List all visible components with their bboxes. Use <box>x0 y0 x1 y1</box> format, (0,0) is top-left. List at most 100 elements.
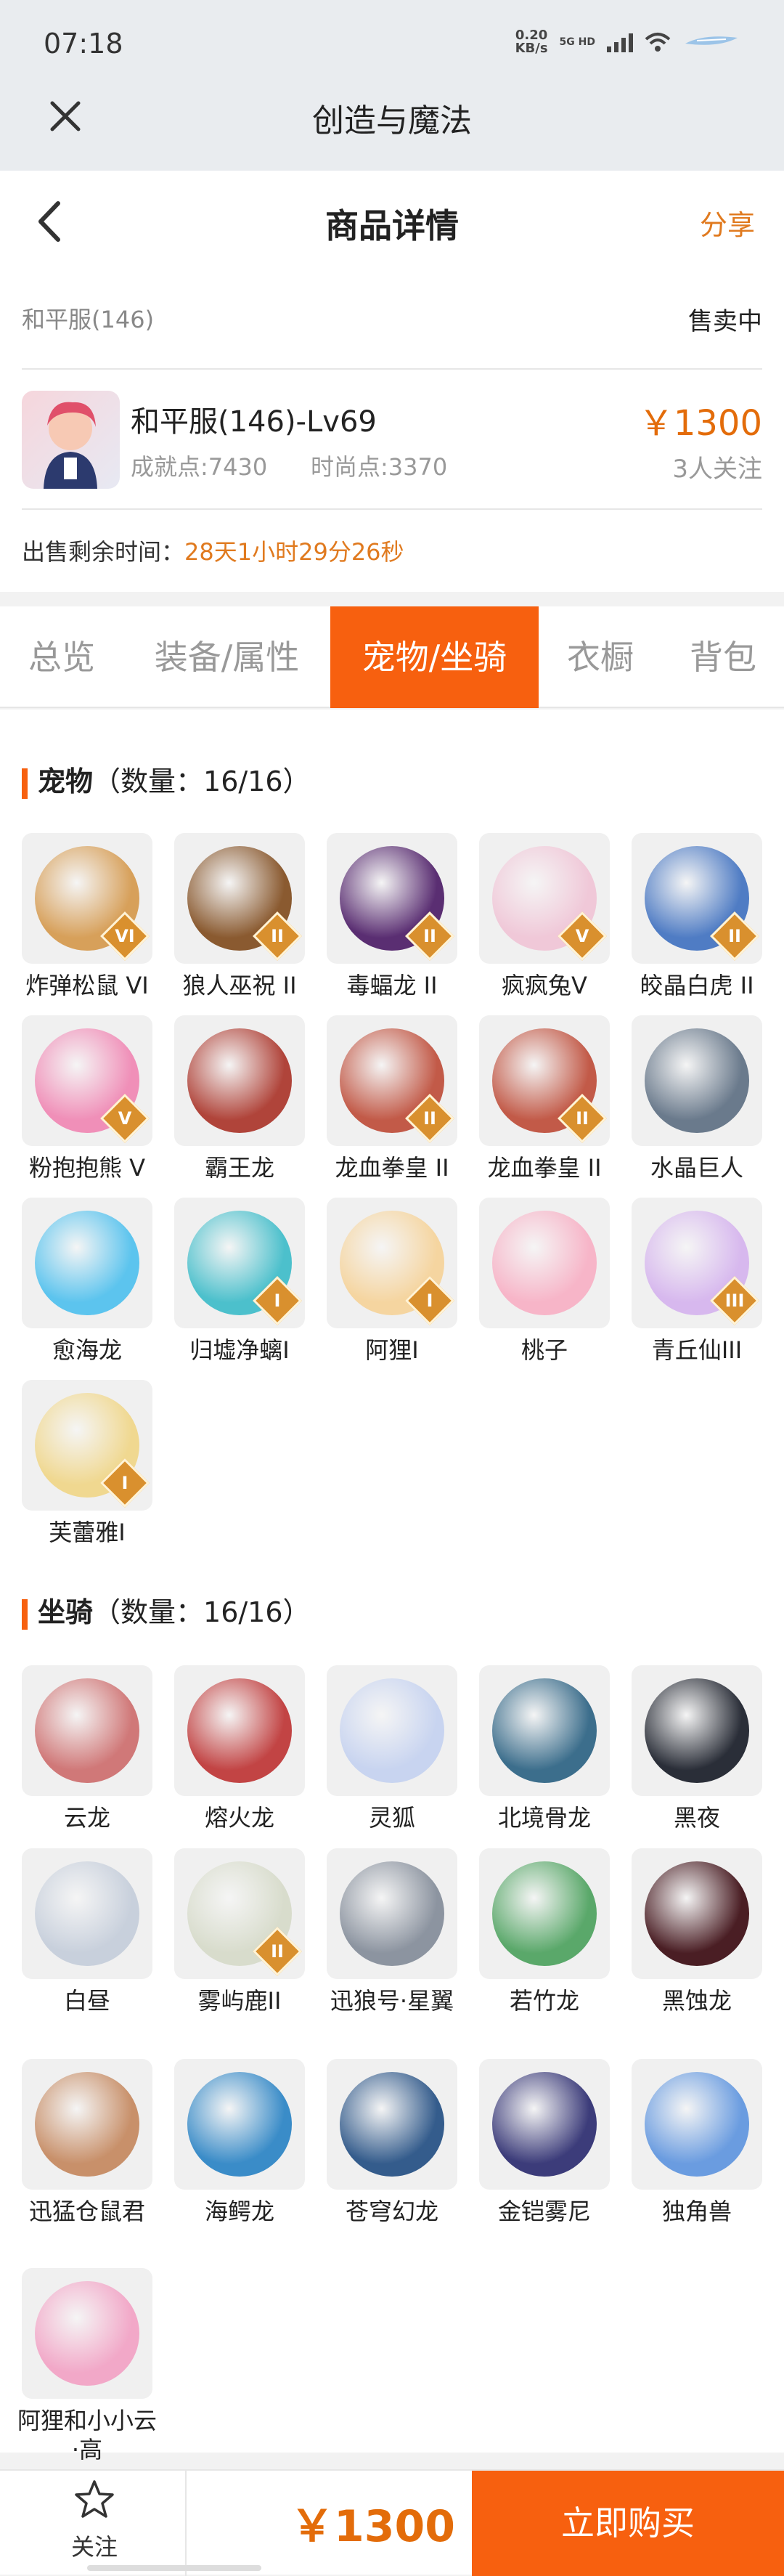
mount-item[interactable]: 白昼 <box>15 1848 160 2015</box>
fashion-points: 时尚点:3370 <box>311 453 448 481</box>
mount-item[interactable]: 苍穹幻龙 <box>319 2059 465 2226</box>
network-type: 5G HD <box>559 36 595 48</box>
bottom-action-bar: 关注 ￥1300 立即购买 <box>0 2469 784 2576</box>
pet-item[interactable]: II 龙血拳皇 II <box>472 1015 617 1182</box>
mount-item[interactable]: 独角兽 <box>624 2059 769 2226</box>
net-speed-unit: KB/s <box>515 41 548 56</box>
mount-item[interactable]: 金铠雾尼 <box>472 2059 617 2226</box>
mount-thumbnail <box>327 1665 457 1796</box>
section-marker <box>22 768 28 799</box>
app-bar: 创造与魔法 <box>0 73 784 171</box>
bottom-price: ￥1300 <box>290 2501 455 2552</box>
mount-art <box>187 2072 292 2177</box>
pet-name: 粉抱抱熊 Ⅴ <box>28 1154 146 1182</box>
pet-item[interactable]: V 粉抱抱熊 Ⅴ <box>15 1015 160 1182</box>
pet-thumbnail <box>632 1015 762 1146</box>
pet-item[interactable]: 霸王龙 <box>167 1015 312 1182</box>
mount-item[interactable]: 迅狼号·星翼 <box>319 1848 465 2015</box>
pet-art <box>645 1028 749 1133</box>
mount-item[interactable]: 海鳄龙 <box>167 2059 312 2226</box>
section-marker <box>22 1598 28 1630</box>
pet-thumbnail: I <box>22 1380 152 1511</box>
mount-name: 迅猛仓鼠君 <box>28 2198 145 2225</box>
pet-item[interactable]: 愈海龙 <box>15 1198 160 1365</box>
mount-art <box>187 1678 292 1783</box>
pet-item[interactable]: II 毒蝠龙 II <box>319 833 465 1000</box>
mount-name: 雾屿鹿II <box>197 1987 282 2015</box>
mount-item[interactable]: 若竹龙 <box>472 1848 617 2015</box>
mount-item[interactable]: 黑夜 <box>624 1665 769 1832</box>
character-avatar <box>22 391 120 489</box>
mount-art <box>35 1678 139 1783</box>
pet-thumbnail: II <box>479 1015 610 1146</box>
tier-badge-label: II <box>271 1941 284 1962</box>
mount-name: 独角兽 <box>661 2198 732 2225</box>
mount-thumbnail <box>479 2059 610 2190</box>
mount-thumbnail <box>479 1665 610 1796</box>
sale-status: 售卖中 <box>688 307 762 336</box>
follow-button[interactable]: 关注 <box>44 2478 145 2572</box>
divider <box>22 508 762 510</box>
mount-item[interactable]: 云龙 <box>15 1665 160 1832</box>
pet-thumbnail: II <box>632 833 762 964</box>
pet-item[interactable]: 水晶巨人 <box>624 1015 769 1182</box>
mount-name: 黑蚀龙 <box>661 1987 732 2015</box>
tier-badge-label: II <box>576 1108 589 1129</box>
pet-name: 狼人巫祝 II <box>182 972 297 999</box>
share-button[interactable]: 分享 <box>700 203 755 243</box>
character-avatar-art <box>44 402 97 489</box>
mount-name: 苍穹幻龙 <box>345 2198 438 2225</box>
mount-thumbnail: II <box>174 1848 305 1979</box>
pet-item[interactable]: II 狼人巫祝 II <box>167 833 312 1000</box>
mount-item[interactable]: 灵狐 <box>319 1665 465 1832</box>
mount-thumbnail <box>174 2059 305 2190</box>
tab-equipment[interactable]: 装备/属性 <box>123 606 330 708</box>
pet-item[interactable]: VI 炸弹松鼠 VI <box>15 833 160 1000</box>
status-time: 07:18 <box>44 28 123 60</box>
pet-thumbnail: V <box>22 1015 152 1146</box>
tab-pets-mounts[interactable]: 宠物/坐骑 <box>330 606 539 708</box>
pet-item[interactable]: II 皎晶白虎 II <box>624 833 769 1000</box>
tab-backpack[interactable]: 背包 <box>662 606 784 708</box>
pet-item[interactable]: II 龙血拳皇 II <box>319 1015 465 1182</box>
mount-item[interactable]: II 雾屿鹿II <box>167 1848 312 2015</box>
pets-count: （数量：16/16） <box>93 765 311 797</box>
tab-overview[interactable]: 总览 <box>0 606 123 708</box>
pet-name: 芙蕾雅I <box>49 1519 126 1546</box>
tier-badge-label: I <box>121 1473 128 1493</box>
mount-name: 迅狼号·星翼 <box>330 1987 454 2015</box>
mount-item[interactable]: 熔火龙 <box>167 1665 312 1832</box>
page-title: 商品详情 <box>325 206 459 245</box>
buy-now-button[interactable]: 立即购买 <box>472 2471 784 2576</box>
pet-item[interactable]: III 青丘仙III <box>624 1198 769 1365</box>
star-icon <box>75 2480 114 2518</box>
mount-name: 阿狸和小小云·高 <box>17 2407 157 2463</box>
pet-name: 水晶巨人 <box>650 1154 743 1182</box>
mount-item[interactable]: 阿狸和小小云·高 <box>15 2268 160 2464</box>
pet-name: 归墟净螭I <box>189 1336 290 1364</box>
tab-wardrobe[interactable]: 衣橱 <box>539 606 662 708</box>
mount-thumbnail <box>22 2059 152 2190</box>
mount-art <box>645 1861 749 1966</box>
pet-item[interactable]: 桃子 <box>472 1198 617 1365</box>
pet-item[interactable]: I 归墟净螭I <box>167 1198 312 1365</box>
listing-price: ￥1300 <box>638 403 762 444</box>
status-bar: 07:18 0.20 KB/s 5G HD <box>0 0 784 73</box>
mount-art <box>340 1678 444 1783</box>
mount-name: 金铠雾尼 <box>497 2198 591 2225</box>
pet-item[interactable]: V 疯疯兔Ⅴ <box>472 833 617 1000</box>
pet-item[interactable]: I 芙蕾雅I <box>15 1380 160 1547</box>
pet-thumbnail: III <box>632 1198 762 1328</box>
pet-name: 疯疯兔Ⅴ <box>502 972 587 999</box>
pet-name: 青丘仙III <box>651 1336 743 1364</box>
divider <box>22 368 762 370</box>
pet-item[interactable]: I 阿狸I <box>319 1198 465 1365</box>
mount-item[interactable]: 迅猛仓鼠君 <box>15 2059 160 2226</box>
mount-item[interactable]: 北境骨龙 <box>472 1665 617 1832</box>
mount-name: 灵狐 <box>368 1804 415 1832</box>
mount-art <box>492 1861 597 1966</box>
mount-item[interactable]: 黑蚀龙 <box>624 1848 769 2015</box>
tier-badge-label: II <box>423 1108 436 1129</box>
tier-badge-label: I <box>274 1291 281 1311</box>
mount-name: 白昼 <box>63 1987 110 2015</box>
